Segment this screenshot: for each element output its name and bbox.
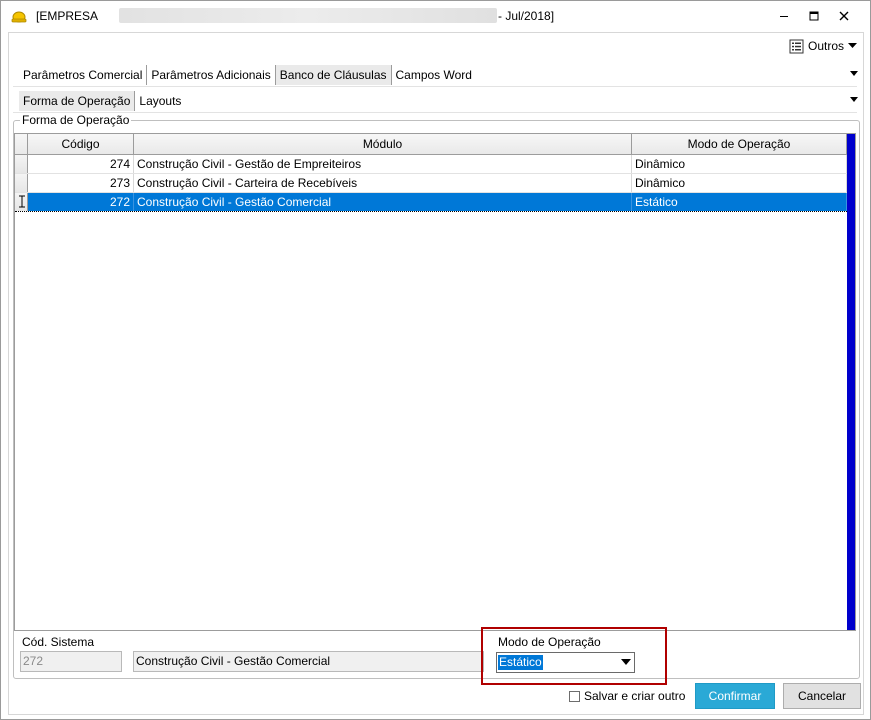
tabs-overflow-chevron-icon[interactable] xyxy=(849,94,859,104)
modo-operacao-label: Modo de Operação xyxy=(498,635,601,649)
tab-forma-de-operacao[interactable]: Forma de Operação xyxy=(19,91,136,111)
tab-campos-word[interactable]: Campos Word xyxy=(392,65,476,85)
maximize-icon xyxy=(809,11,819,21)
window-title-prefix: [EMPRESA xyxy=(36,9,99,23)
cell-modo: Estático xyxy=(632,193,847,211)
maximize-button[interactable] xyxy=(799,1,829,31)
cell-modulo: Construção Civil - Gestão Comercial xyxy=(134,193,632,211)
salvar-criar-outro-option[interactable]: Salvar e criar outro xyxy=(569,689,685,703)
outros-label: Outros xyxy=(807,39,844,53)
tab-banco-de-clausulas[interactable]: Banco de Cláusulas xyxy=(275,65,392,85)
row-indicator-header xyxy=(15,134,28,154)
cell-codigo: 272 xyxy=(28,193,134,211)
cell-modulo: Construção Civil - Gestão de Empreiteiro… xyxy=(134,155,632,173)
cell-codigo: 273 xyxy=(28,174,134,192)
modo-operacao-select[interactable]: Estático xyxy=(496,652,635,673)
column-header-modo[interactable]: Modo de Operação xyxy=(632,134,847,154)
chevron-down-icon xyxy=(848,43,857,48)
tab-parametros-adicionais[interactable]: Parâmetros Adicionais xyxy=(147,65,276,85)
grid-header: Código Módulo Modo de Operação xyxy=(15,134,847,155)
tab-parametros-comercial[interactable]: Parâmetros Comercial xyxy=(19,65,148,85)
outros-menu-button[interactable]: Outros xyxy=(789,36,857,56)
title-bar[interactable]: [EMPRESA - Jul/2018] xyxy=(1,1,870,32)
grid-scrollbar[interactable] xyxy=(847,134,855,630)
text-cursor-icon xyxy=(19,195,25,208)
tabs-divider xyxy=(13,112,857,113)
table-row-selected[interactable]: 272 Construção Civil - Gestão Comercial … xyxy=(15,193,847,212)
window-title-suffix: - Jul/2018] xyxy=(498,9,555,23)
row-indicator[interactable] xyxy=(15,155,28,173)
cell-modulo: Construção Civil - Carteira de Recebívei… xyxy=(134,174,632,192)
cod-sistema-label: Cód. Sistema xyxy=(22,635,95,649)
salvar-criar-outro-checkbox[interactable] xyxy=(569,690,580,702)
close-button[interactable] xyxy=(829,1,859,31)
helmet-icon xyxy=(11,11,27,23)
table-row[interactable]: 273 Construção Civil - Carteira de Receb… xyxy=(15,174,847,193)
cell-modo: Dinâmico xyxy=(632,155,847,173)
cancel-button[interactable]: Cancelar xyxy=(783,683,861,709)
minimize-button[interactable] xyxy=(769,1,799,31)
column-header-modulo[interactable]: Módulo xyxy=(134,134,632,154)
column-header-codigo[interactable]: Código xyxy=(28,134,134,154)
minimize-icon xyxy=(780,16,788,17)
cod-sistema-field[interactable]: 272 xyxy=(20,651,122,672)
cell-codigo: 274 xyxy=(28,155,134,173)
redacted-company-name xyxy=(119,8,497,23)
group-title: Forma de Operação xyxy=(20,113,132,127)
tab-layouts[interactable]: Layouts xyxy=(135,91,185,111)
dropdown-arrow-icon[interactable] xyxy=(621,659,631,666)
cell-modo: Dinâmico xyxy=(632,174,847,192)
table-row[interactable]: 274 Construção Civil - Gestão de Empreit… xyxy=(15,155,847,174)
operacao-grid[interactable]: Código Módulo Modo de Operação 274 Const… xyxy=(14,133,856,631)
tabs-overflow-chevron-icon[interactable] xyxy=(849,68,859,78)
primary-tabs: Parâmetros Comercial Parâmetros Adiciona… xyxy=(19,64,476,86)
secondary-tabs: Forma de Operação Layouts xyxy=(19,90,185,112)
client-area: Outros Parâmetros Comercial Parâmetros A… xyxy=(8,32,864,715)
tabs-divider xyxy=(13,86,857,87)
row-indicator[interactable] xyxy=(15,193,28,211)
close-icon xyxy=(839,11,849,21)
modo-operacao-value: Estático xyxy=(498,655,543,670)
list-icon xyxy=(789,39,804,53)
confirm-button[interactable]: Confirmar xyxy=(695,683,775,709)
main-window: [EMPRESA - Jul/2018] Outros Parâmetros C… xyxy=(0,0,871,720)
modulo-field[interactable]: Construção Civil - Gestão Comercial xyxy=(133,651,484,672)
row-indicator[interactable] xyxy=(15,174,28,192)
salvar-criar-outro-label: Salvar e criar outro xyxy=(584,689,686,703)
